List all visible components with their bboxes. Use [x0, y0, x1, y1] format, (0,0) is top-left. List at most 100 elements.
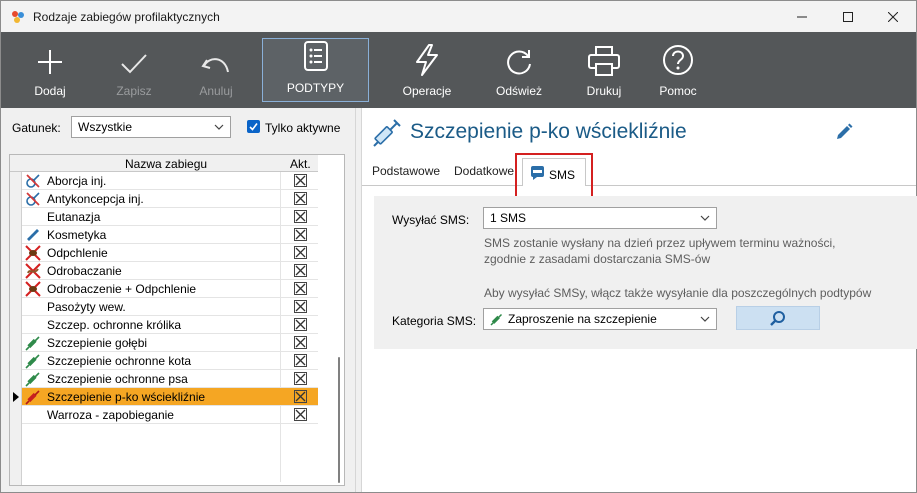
gatunek-value: Wszystkie	[78, 120, 132, 134]
col-active-header[interactable]: Akt.	[290, 157, 311, 171]
checkbox-cross-icon	[295, 337, 306, 348]
active-checkbox[interactable]	[294, 174, 307, 187]
checkbox-cross-icon	[295, 229, 306, 240]
title-bar: Rodzaje zabiegów profilaktycznych	[1, 1, 916, 32]
table-row[interactable]: Odrobaczenie + Odpchlenie	[22, 280, 318, 298]
undo-icon	[201, 58, 229, 73]
subtypes-button[interactable]: PODTYPY	[262, 38, 369, 102]
row-name: Szczepienie ochronne psa	[47, 372, 188, 386]
pane-splitter[interactable]	[355, 108, 362, 492]
printer-icon	[588, 46, 620, 76]
checkbox-cross-icon	[295, 301, 306, 312]
add-button[interactable]: Dodaj	[25, 32, 75, 108]
send-sms-value: 1 SMS	[490, 211, 527, 225]
active-checkbox[interactable]	[294, 228, 307, 241]
table-row[interactable]: Aborcja inj.	[22, 172, 318, 190]
syringe-icon	[373, 119, 401, 147]
table-row[interactable]: Szczepienie gołębi	[22, 334, 318, 352]
active-checkbox[interactable]	[294, 300, 307, 313]
table-row[interactable]: Odrobaczanie	[22, 262, 318, 280]
chevron-down-icon	[700, 316, 710, 322]
checkbox-cross-icon	[295, 283, 306, 294]
row-name: Kosmetyka	[47, 228, 107, 242]
table-row[interactable]: Szczep. ochronne królika	[22, 316, 318, 334]
col-name-header[interactable]: Nazwa zabiegu	[125, 157, 207, 171]
row-name: Szczepienie ochronne kota	[47, 354, 192, 368]
help-button[interactable]: Pomoc	[653, 32, 703, 108]
sms-category-label: Kategoria SMS:	[392, 314, 477, 328]
grid-vertical-scrollbar[interactable]	[332, 172, 344, 485]
close-button[interactable]	[870, 1, 916, 32]
syringe-icon	[25, 336, 40, 351]
refresh-icon	[507, 50, 531, 75]
active-checkbox[interactable]	[294, 264, 307, 277]
refresh-button[interactable]: Odśwież	[491, 32, 547, 108]
row-header-column	[10, 172, 22, 485]
table-row[interactable]: Eutanazja	[22, 208, 318, 226]
sms-settings-panel: Wysyłać SMS: 1 SMS SMS zostanie wysłany …	[374, 196, 917, 349]
active-checkbox[interactable]	[294, 282, 307, 295]
gatunek-select[interactable]: Wszystkie	[71, 116, 231, 138]
checkmark-icon	[249, 123, 258, 131]
table-row[interactable]: Odpchlenie	[22, 244, 318, 262]
row-name: Warroza - zapobieganie	[47, 408, 174, 422]
send-sms-select[interactable]: 1 SMS	[483, 207, 717, 229]
app-logo-icon	[12, 11, 24, 23]
maximize-button[interactable]	[825, 1, 871, 32]
save-button[interactable]: Zapisz	[109, 32, 159, 108]
active-checkbox[interactable]	[294, 246, 307, 259]
sms-info-line-2: zgodnie z zasadami dostarczania SMS-ów	[484, 252, 711, 266]
active-only-checkbox[interactable]	[247, 120, 260, 133]
table-row[interactable]: Szczepienie ochronne psa	[22, 370, 318, 388]
add-label: Dodaj	[34, 84, 66, 98]
active-checkbox[interactable]	[294, 318, 307, 331]
checkbox-cross-icon	[295, 247, 306, 258]
checkbox-cross-icon	[295, 319, 306, 330]
active-checkbox[interactable]	[294, 408, 307, 421]
table-row[interactable]: Warroza - zapobieganie	[22, 406, 318, 424]
sms-category-select[interactable]: Zaproszenie na szczepienie	[483, 308, 717, 330]
cancel-button[interactable]: Anuluj	[191, 32, 241, 108]
list-icon	[303, 41, 328, 71]
syringe-icon	[25, 354, 40, 369]
chevron-down-icon	[700, 215, 710, 221]
print-button[interactable]: Drukuj	[579, 32, 629, 108]
active-checkbox[interactable]	[294, 354, 307, 367]
active-checkbox[interactable]	[294, 372, 307, 385]
row-name: Pasożyty wew.	[47, 300, 126, 314]
syringe-icon	[490, 313, 503, 326]
category-search-button[interactable]	[736, 306, 820, 330]
syringe-gender-icon	[26, 174, 40, 188]
active-checkbox[interactable]	[294, 336, 307, 349]
row-name: Antykoncepcja inj.	[47, 192, 144, 206]
table-row[interactable]: Kosmetyka	[22, 226, 318, 244]
checkbox-cross-icon	[295, 265, 306, 276]
active-checkbox[interactable]	[294, 192, 307, 205]
left-pane: Gatunek: Wszystkie Tylko aktywne Nazwa z…	[1, 108, 355, 492]
flea-icon	[25, 281, 41, 297]
current-row-pointer-icon	[13, 392, 19, 402]
active-checkbox[interactable]	[294, 210, 307, 223]
pencil-icon[interactable]	[834, 122, 854, 142]
minimize-button[interactable]	[779, 1, 825, 32]
operations-button[interactable]: Operacje	[399, 32, 455, 108]
tab-extra[interactable]: Dodatkowe	[454, 164, 514, 178]
checkbox-cross-icon	[295, 373, 306, 384]
subtypes-label: PODTYPY	[286, 81, 345, 95]
gatunek-label: Gatunek:	[12, 121, 61, 135]
syringe-icon	[25, 372, 40, 387]
row-name: Szczepienie gołębi	[47, 336, 148, 350]
scrollbar-thumb[interactable]	[338, 357, 340, 483]
tab-basic[interactable]: Podstawowe	[372, 164, 440, 178]
table-row[interactable]: Szczepienie ochronne kota	[22, 352, 318, 370]
syringe-red-icon	[25, 390, 40, 405]
row-name: Szczep. ochronne królika	[47, 318, 182, 332]
active-checkbox[interactable]	[294, 390, 307, 403]
window-title: Rodzaje zabiegów profilaktycznych	[33, 10, 220, 24]
table-row[interactable]: Szczepienie p-ko wściekliźnie	[22, 388, 318, 406]
table-row[interactable]: Pasożyty wew.	[22, 298, 318, 316]
help-icon	[663, 45, 693, 75]
checkbox-cross-icon	[295, 409, 306, 420]
send-sms-label: Wysyłać SMS:	[392, 213, 470, 227]
table-row[interactable]: Antykoncepcja inj.	[22, 190, 318, 208]
